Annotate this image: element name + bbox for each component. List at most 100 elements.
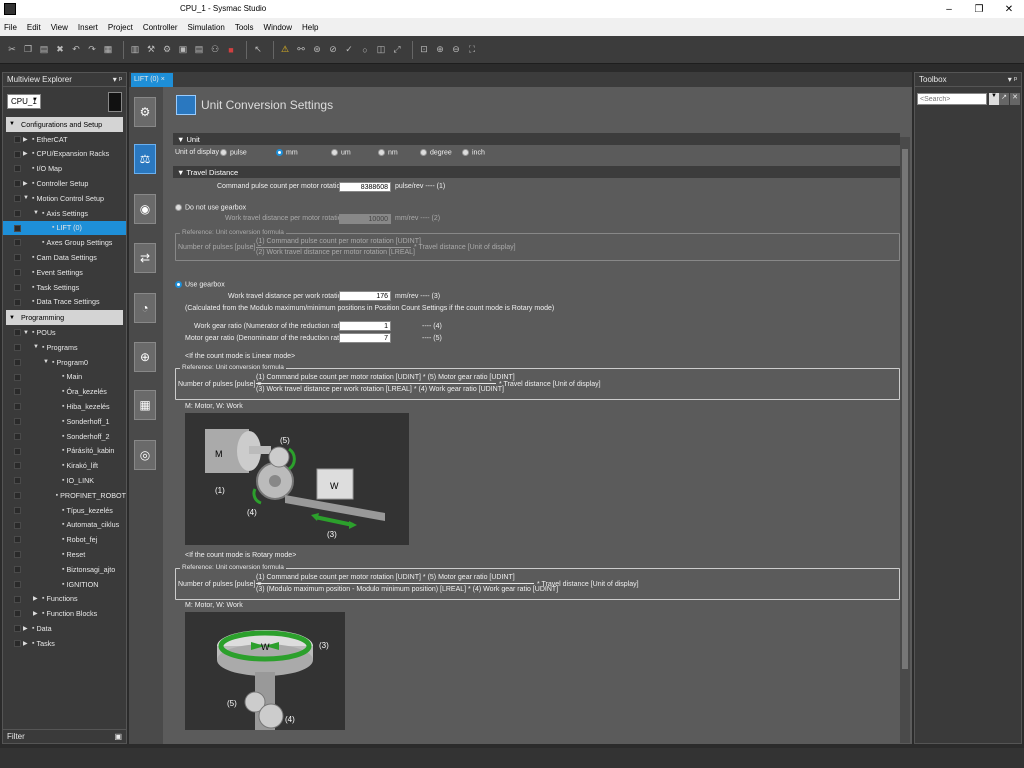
collapse-icon[interactable]: ▼ bbox=[9, 121, 18, 127]
tree-section[interactable]: ▼ Configurations and Setup bbox=[6, 117, 123, 132]
vertical-scrollbar[interactable] bbox=[900, 137, 910, 743]
tree-checkbox[interactable] bbox=[14, 194, 21, 202]
tree-item[interactable]: ▪ Sonderhoff_1 bbox=[3, 414, 126, 429]
menu-help[interactable]: Help bbox=[302, 23, 318, 32]
unit-conversion-icon[interactable]: ⚖ bbox=[134, 144, 156, 174]
tree-checkbox[interactable] bbox=[14, 417, 21, 425]
menu-project[interactable]: Project bbox=[108, 23, 133, 32]
tab-label[interactable]: LIFT (0) bbox=[134, 76, 159, 83]
unit-radio-um[interactable]: um bbox=[331, 149, 351, 156]
work-travel-input[interactable]: 10000 bbox=[339, 214, 391, 224]
cursor-icon[interactable]: ↖ bbox=[252, 44, 264, 56]
radio-inch-icon[interactable] bbox=[462, 149, 469, 156]
tree-checkbox[interactable] bbox=[14, 358, 21, 366]
tree-item[interactable]: ▪ Típus_kezelés bbox=[3, 503, 126, 518]
tree-checkbox[interactable] bbox=[14, 536, 21, 544]
search-go-icon[interactable]: ↗ bbox=[999, 93, 1009, 105]
servo-drive-icon[interactable]: ▦ bbox=[134, 390, 156, 420]
tree-item[interactable]: ▪ IO_LINK bbox=[3, 473, 126, 488]
filter-toggle-icon[interactable]: ▣ bbox=[114, 732, 122, 741]
unit-radio-pulse[interactable]: pulse bbox=[220, 149, 247, 156]
close-button[interactable]: ✕ bbox=[994, 0, 1024, 18]
axis-basic-settings-icon[interactable]: ⚙ bbox=[134, 97, 156, 127]
position-count-icon[interactable]: ⊕ bbox=[134, 342, 156, 372]
unit-radio-degree[interactable]: degree bbox=[420, 149, 452, 156]
tree-item[interactable]: ▪ Automata_ciklus bbox=[3, 518, 126, 533]
maximize-button[interactable]: ❐ bbox=[964, 0, 994, 18]
denominator-input[interactable]: 7 bbox=[339, 333, 391, 343]
tree-checkbox[interactable] bbox=[14, 239, 21, 247]
undo-icon[interactable]: ↶ bbox=[70, 44, 82, 56]
binoculars-icon[interactable]: ⚇ bbox=[209, 44, 221, 56]
cpu-select[interactable]: CPU_1 bbox=[7, 94, 41, 109]
tree-checkbox[interactable] bbox=[14, 639, 21, 647]
zoom-out-icon[interactable]: ⊖ bbox=[450, 44, 462, 56]
minimize-button[interactable]: – bbox=[934, 0, 964, 18]
tree-checkbox[interactable] bbox=[14, 165, 21, 173]
tree-checkbox[interactable] bbox=[14, 506, 21, 514]
no-gearbox-radio[interactable]: Do not use gearbox bbox=[175, 204, 246, 211]
expand-icon[interactable]: ▼ bbox=[33, 344, 42, 350]
tree-item[interactable]: ▼ ▪ POUs bbox=[3, 325, 126, 340]
tree-item[interactable]: ▪ I/O Map bbox=[3, 161, 126, 176]
tree-item[interactable]: ▼ ▪ Motion Control Setup bbox=[3, 191, 126, 206]
tree-checkbox[interactable] bbox=[14, 329, 21, 337]
tree-item[interactable]: ▼ ▪ Programs bbox=[3, 340, 126, 355]
tree-checkbox[interactable] bbox=[14, 283, 21, 291]
tree-item[interactable]: ▪ Kirakó_lift bbox=[3, 458, 126, 473]
tree-checkbox[interactable] bbox=[14, 150, 21, 158]
tree-checkbox[interactable] bbox=[14, 268, 21, 276]
zoom-fit-icon[interactable]: ⊡ bbox=[418, 44, 430, 56]
homing-settings-icon[interactable]: ◎ bbox=[134, 440, 156, 470]
tree-item[interactable]: ▪ Párásító_kabin bbox=[3, 444, 126, 459]
tree-item[interactable]: ▪ Robot_fej bbox=[3, 532, 126, 547]
copy-icon[interactable]: ❐ bbox=[22, 44, 34, 56]
use-gearbox-radio[interactable]: Use gearbox bbox=[175, 281, 225, 288]
expand-icon[interactable]: ▶ bbox=[23, 136, 32, 143]
toolbox-search-input[interactable] bbox=[917, 93, 987, 105]
tree-checkbox[interactable] bbox=[14, 610, 21, 618]
menu-file[interactable]: File bbox=[4, 23, 17, 32]
work-travel-rot-input[interactable]: 176 bbox=[339, 291, 391, 301]
limit-settings-icon[interactable]: ◔ bbox=[134, 293, 156, 323]
menu-tools[interactable]: Tools bbox=[235, 23, 254, 32]
operation-settings-icon[interactable]: ◉ bbox=[134, 194, 156, 224]
expand-icon[interactable]: ▼ bbox=[23, 330, 32, 336]
menu-insert[interactable]: Insert bbox=[78, 23, 98, 32]
tab-close-icon[interactable]: × bbox=[161, 76, 165, 83]
tree-item[interactable]: ▪ Cam Data Settings bbox=[3, 250, 126, 265]
menu-controller[interactable]: Controller bbox=[143, 23, 178, 32]
expand-icon[interactable]: ▶ bbox=[23, 640, 32, 647]
tree-checkbox[interactable] bbox=[14, 595, 21, 603]
cmd-pulse-input[interactable]: 8388608 bbox=[339, 182, 391, 192]
tree-item[interactable]: ▪ Óra_kezelés bbox=[3, 384, 126, 399]
tree-item[interactable]: ▶ ▪ Data bbox=[3, 621, 126, 636]
radio-nm-icon[interactable] bbox=[378, 149, 385, 156]
expand-icon[interactable]: ▶ bbox=[23, 625, 32, 632]
pin-icon[interactable]: ✓ bbox=[343, 44, 355, 56]
expand-icon[interactable]: ▼ bbox=[33, 210, 42, 216]
search-dropdown-icon[interactable]: ▼ bbox=[989, 93, 999, 105]
tree-checkbox[interactable] bbox=[14, 209, 21, 217]
tree-checkbox[interactable] bbox=[14, 565, 21, 573]
tools-icon[interactable]: ⚒ bbox=[145, 44, 157, 56]
radio-use-gearbox-icon[interactable] bbox=[175, 281, 182, 288]
tree-checkbox[interactable] bbox=[14, 388, 21, 396]
tree-checkbox[interactable] bbox=[14, 343, 21, 351]
other-operation-icon[interactable]: ⇄ bbox=[134, 243, 156, 273]
expand-icon[interactable]: ⤢ bbox=[391, 44, 403, 56]
expand-icon[interactable]: ▶ bbox=[23, 180, 32, 187]
tree-item[interactable]: ▪ LIFT (0) bbox=[3, 220, 126, 236]
tree-item[interactable]: ▼ ▪ Axis Settings bbox=[3, 206, 126, 221]
tree-checkbox[interactable] bbox=[14, 432, 21, 440]
expand-icon[interactable]: ▶ bbox=[23, 150, 32, 157]
tree-checkbox[interactable] bbox=[14, 491, 21, 499]
edit-icon[interactable]: ▦ bbox=[102, 44, 114, 56]
radio-degree-icon[interactable] bbox=[420, 149, 427, 156]
build-icon[interactable]: ▥ bbox=[129, 44, 141, 56]
tree-item[interactable]: ▪ Biztonsagi_ajto bbox=[3, 562, 126, 577]
unit-radio-mm[interactable]: mm bbox=[276, 149, 298, 156]
tree-checkbox[interactable] bbox=[14, 551, 21, 559]
paste-icon[interactable]: ▤ bbox=[38, 44, 50, 56]
search-clear-icon[interactable]: ✕ bbox=[1010, 93, 1020, 105]
